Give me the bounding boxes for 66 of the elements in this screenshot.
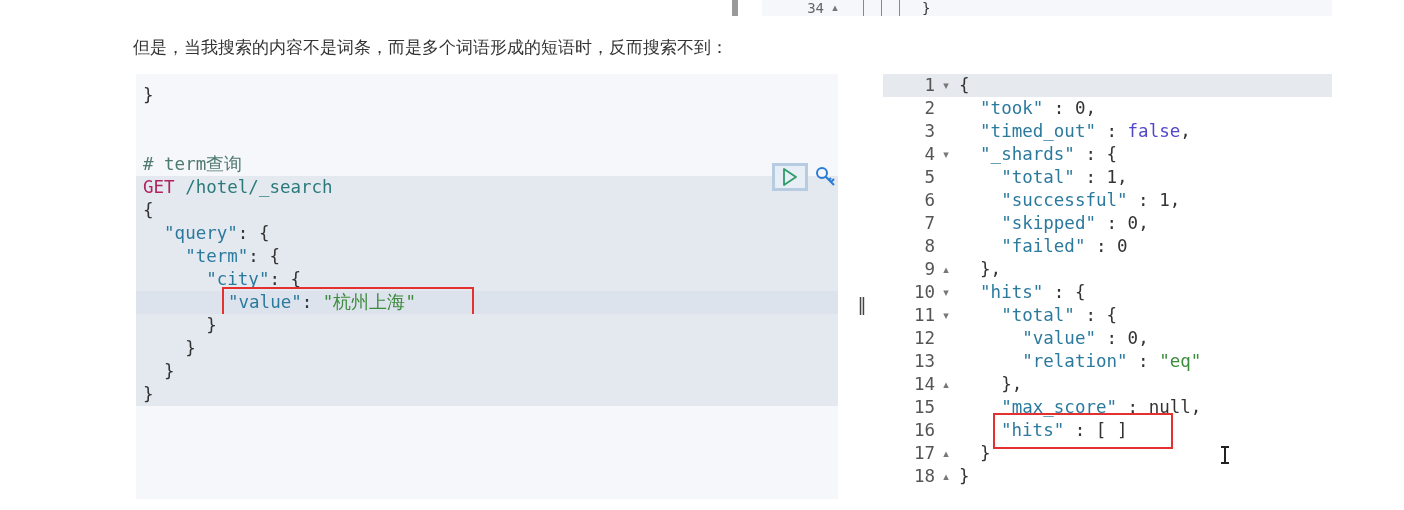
line-number: 2 bbox=[923, 97, 935, 120]
line-number: 13 bbox=[912, 350, 935, 373]
code-line: "successful" : 1, bbox=[1000, 190, 1181, 210]
code-line: "relation" : "eq" bbox=[1021, 351, 1202, 371]
line-number: 3 bbox=[923, 120, 935, 143]
code-line: }, bbox=[1000, 374, 1023, 394]
code-line: "failed" : 0 bbox=[1000, 236, 1128, 256]
text-cursor-icon bbox=[1220, 446, 1230, 464]
code-line: "max_score" : null, bbox=[1000, 397, 1202, 417]
splitter-handle[interactable]: ‖ bbox=[838, 104, 883, 504]
code-line: "hits" : { bbox=[979, 282, 1086, 302]
line-number: 16 bbox=[912, 419, 935, 442]
fold-toggle[interactable]: ▴ bbox=[943, 378, 949, 391]
code-line: "value": "杭州上海" bbox=[228, 291, 416, 314]
code-line: } bbox=[979, 443, 991, 463]
code-line: "_shards" : { bbox=[979, 144, 1118, 164]
line-number: 1 bbox=[923, 74, 935, 97]
code-line: "took" : 0, bbox=[979, 98, 1096, 118]
line-number: 14 bbox=[912, 373, 935, 396]
line-number: 18 bbox=[912, 465, 935, 488]
fold-toggle[interactable]: ▴ bbox=[943, 470, 949, 483]
request-editor[interactable]: } # term查询 GET /hotel/_search { "query": { "term": { "city": { "value": "杭州上海" } } } } bbox=[136, 74, 838, 499]
line-number: 15 bbox=[912, 396, 935, 419]
fold-toggle[interactable]: ▾ bbox=[943, 79, 949, 92]
code-line: } bbox=[163, 361, 175, 381]
code-line: "total" : { bbox=[1000, 305, 1118, 325]
fold-toggle[interactable]: ▾ bbox=[943, 286, 949, 299]
line-number: 4 bbox=[923, 143, 935, 166]
code-line: "query": { bbox=[163, 223, 270, 243]
fold-toggle[interactable]: ▴ bbox=[832, 2, 838, 14]
paragraph: 但是，当我搜索的内容不是词条，而是多个词语形成的短语时，反而搜索不到： bbox=[133, 36, 729, 58]
code-line: GET /hotel/_search bbox=[143, 177, 333, 197]
code-line: "skipped" : 0, bbox=[1000, 213, 1149, 233]
code-line: "term": { bbox=[184, 246, 280, 266]
code-line: } bbox=[143, 85, 154, 105]
code-line: "value" : 0, bbox=[1021, 328, 1149, 348]
fold-toggle[interactable]: ▴ bbox=[943, 447, 949, 460]
code-line: { bbox=[959, 75, 970, 95]
line-number: 10 bbox=[912, 281, 935, 304]
code-line: "timed_out" : false, bbox=[979, 121, 1191, 141]
code-line: "total" : 1, bbox=[1000, 167, 1128, 187]
play-icon bbox=[782, 168, 798, 186]
line-number: 11 bbox=[912, 304, 935, 327]
code-line: "city": { bbox=[205, 269, 302, 289]
code-line: # term查询 bbox=[143, 154, 243, 174]
run-button[interactable] bbox=[772, 163, 808, 191]
scrollbar-thumb[interactable] bbox=[732, 0, 738, 16]
line-number: 8 bbox=[923, 235, 935, 258]
fold-toggle[interactable]: ▾ bbox=[943, 309, 949, 322]
code-line: } bbox=[184, 338, 196, 358]
line-number: 12 bbox=[912, 327, 935, 350]
code-line: { bbox=[143, 200, 154, 220]
line-number: 34 bbox=[806, 1, 824, 15]
fold-toggle[interactable]: ▴ bbox=[943, 263, 949, 276]
line-number: 7 bbox=[923, 212, 935, 235]
code-line: } bbox=[959, 466, 970, 486]
line-number: 5 bbox=[923, 166, 935, 189]
fold-toggle[interactable]: ▾ bbox=[943, 148, 949, 161]
line-number: 6 bbox=[923, 189, 935, 212]
code-line: } bbox=[143, 384, 154, 404]
code-line: }, bbox=[979, 259, 1002, 279]
line-number: 17 bbox=[912, 442, 935, 465]
code-line: } bbox=[922, 1, 931, 15]
code-line: "hits" : [ ] bbox=[1001, 419, 1128, 442]
line-number: 9 bbox=[923, 258, 935, 281]
code-line: } bbox=[205, 315, 217, 335]
